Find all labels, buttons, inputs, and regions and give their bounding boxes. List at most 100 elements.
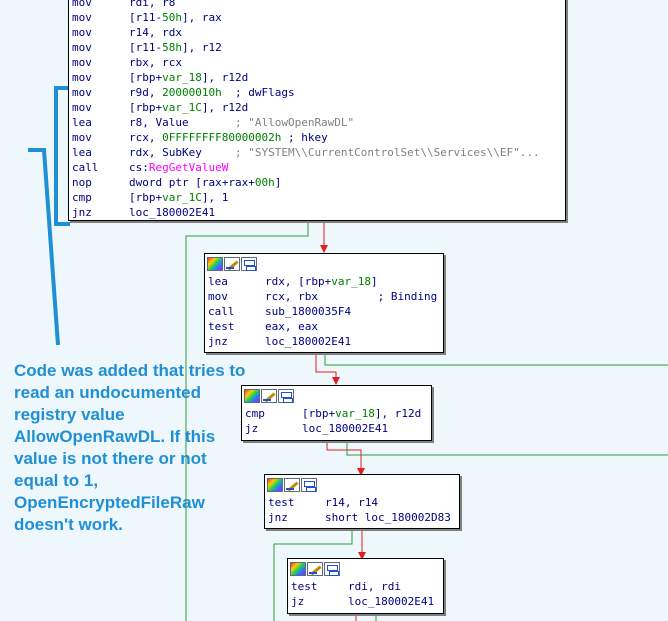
block-toolbar: [265, 475, 459, 495]
main-code-block[interactable]: mov rdi, r8 mov [r11-50h], rax mov r14, rdx mo…: [68, 0, 566, 221]
asm-line[interactable]: mov [rbp+var_1C], r12d: [72, 100, 565, 115]
operand: ], r12: [182, 41, 222, 54]
asm-line[interactable]: mov [r11-58h], r12: [72, 40, 565, 55]
color-picker-icon[interactable]: [290, 562, 306, 576]
operand: 50h: [162, 11, 182, 24]
block-toolbar: [242, 386, 431, 406]
rename-pencil-icon[interactable]: [307, 562, 323, 576]
color-picker-icon[interactable]: [267, 478, 283, 492]
asm-line[interactable]: mov rdi, r8: [72, 0, 565, 10]
graph-overview-icon[interactable]: [324, 562, 340, 576]
mnemonic: nop: [72, 176, 92, 189]
code-block-3[interactable]: test r14, r14 jnz short loc_180002D83: [264, 474, 460, 529]
asm-line[interactable]: call cs:RegGetValueW: [72, 160, 565, 175]
operand: rdi, rdi: [348, 580, 401, 593]
operand: sub_1800035F4: [265, 305, 352, 318]
code-lines: cmp [rbp+var_18], r12d jz loc_180002E41: [242, 406, 431, 438]
operand: eax, eax: [265, 320, 318, 333]
operand: var_18: [335, 407, 375, 420]
asm-line[interactable]: mov [r11-50h], rax: [72, 10, 565, 25]
operand: [r11-: [129, 41, 163, 54]
mnemonic: call: [72, 161, 99, 174]
asm-line[interactable]: mov rbx, rcx: [72, 55, 565, 70]
code-block-4[interactable]: test rdi, rdi jz loc_180002E41: [287, 558, 444, 614]
edge-true-3: [346, 440, 668, 456]
asm-line[interactable]: test rdi, rdi: [291, 579, 443, 594]
operand: rbx, rcx: [129, 56, 182, 69]
asm-line[interactable]: jz loc_180002E41: [245, 421, 431, 436]
rename-pencil-icon[interactable]: [284, 478, 300, 492]
asm-line[interactable]: jnz loc_180002E41: [72, 205, 565, 220]
mnemonic: jnz: [72, 206, 92, 219]
mnemonic: mov: [208, 290, 228, 303]
operand: cs:: [129, 161, 149, 174]
code-lines: lea rdx, [rbp+var_18] mov rcx, rbx ; Bindin…: [205, 274, 443, 351]
asm-line[interactable]: mov rcx, rbx ; Binding: [208, 289, 443, 304]
operand: loc_180002E41: [129, 206, 216, 219]
graph-overview-icon[interactable]: [301, 478, 317, 492]
code-block-2[interactable]: cmp [rbp+var_18], r12d jz loc_180002E41: [241, 385, 432, 441]
color-picker-icon[interactable]: [207, 257, 223, 271]
asm-line[interactable]: jz loc_180002E41: [291, 594, 443, 609]
operand: ; "AllowOpenRawDL": [234, 116, 355, 129]
operand: loc_180002E41: [265, 335, 352, 348]
block-toolbar: [288, 559, 443, 579]
mnemonic: cmp: [245, 407, 265, 420]
edge-false-3: [326, 440, 365, 476]
asm-line[interactable]: mov rcx, 0FFFFFFFF80000002h ; hkey: [72, 130, 565, 145]
operand: ], r12d: [374, 407, 422, 420]
mnemonic: jz: [245, 422, 259, 435]
mnemonic: jnz: [268, 511, 288, 524]
code-block-1[interactable]: lea rdx, [rbp+var_18] mov rcx, rbx ; Bindin…: [204, 253, 444, 353]
edge-true-2: [324, 352, 668, 366]
mnemonic: mov: [72, 86, 92, 99]
operand: [rbp+: [129, 71, 163, 84]
graph-overview-icon[interactable]: [278, 389, 294, 403]
operand: var_18: [331, 275, 371, 288]
asm-line[interactable]: lea rdx, SubKey ; "SYSTEM\\CurrentControl…: [72, 145, 565, 160]
operand: rdx, SubKey: [129, 146, 235, 159]
operand: ]: [274, 176, 282, 189]
mnemonic: mov: [72, 71, 92, 84]
mnemonic: cmp: [72, 191, 92, 204]
rename-pencil-icon[interactable]: [261, 389, 277, 403]
mnemonic: mov: [72, 0, 92, 9]
operand: [rbp+: [302, 407, 336, 420]
mnemonic: call: [208, 305, 235, 318]
operand: 0FFFFFFFF80000002h: [162, 131, 282, 144]
asm-line[interactable]: jnz loc_180002E41: [208, 334, 443, 349]
code-lines: test r14, r14 jnz short loc_180002D83: [265, 495, 459, 527]
operand: 20000010h: [162, 86, 222, 99]
asm-line[interactable]: test eax, eax: [208, 319, 443, 334]
operand: dword ptr [rax+rax+: [129, 176, 255, 189]
operand: ], 1: [201, 191, 229, 204]
rename-pencil-icon[interactable]: [224, 257, 240, 271]
asm-line[interactable]: test r14, r14: [268, 495, 459, 510]
asm-line[interactable]: nop dword ptr [rax+rax+00h]: [72, 175, 565, 190]
asm-line[interactable]: lea r8, Value ; "AllowOpenRawDL": [72, 115, 565, 130]
mnemonic: lea: [72, 146, 92, 159]
operand: ], r12d: [201, 101, 249, 114]
mnemonic: test: [291, 580, 318, 593]
operand: ; hkey: [281, 131, 328, 144]
mnemonic: lea: [208, 275, 228, 288]
asm-line[interactable]: jnz short loc_180002D83: [268, 510, 459, 525]
operand: var_1C: [162, 101, 202, 114]
operand: short loc_180002D83: [325, 511, 451, 524]
operand: RegGetValueW: [148, 161, 229, 174]
asm-line[interactable]: mov r9d, 20000010h ; dwFlags: [72, 85, 565, 100]
asm-line[interactable]: lea rdx, [rbp+var_18]: [208, 274, 443, 289]
asm-line[interactable]: call sub_1800035F4: [208, 304, 443, 319]
graph-overview-icon[interactable]: [241, 257, 257, 271]
annotation-text: Code was added that tries to read an und…: [14, 361, 246, 534]
mnemonic: lea: [72, 116, 92, 129]
asm-line[interactable]: cmp [rbp+var_1C], 1: [72, 190, 565, 205]
mnemonic: mov: [72, 11, 92, 24]
mnemonic: mov: [72, 41, 92, 54]
asm-line[interactable]: cmp [rbp+var_18], r12d: [245, 406, 431, 421]
mnemonic: mov: [72, 26, 92, 39]
asm-line[interactable]: mov r14, rdx: [72, 25, 565, 40]
mnemonic: mov: [72, 131, 92, 144]
asm-line[interactable]: mov [rbp+var_18], r12d: [72, 70, 565, 85]
operand: ; "SYSTEM\\CurrentControlSet\\Services\\…: [234, 146, 540, 159]
